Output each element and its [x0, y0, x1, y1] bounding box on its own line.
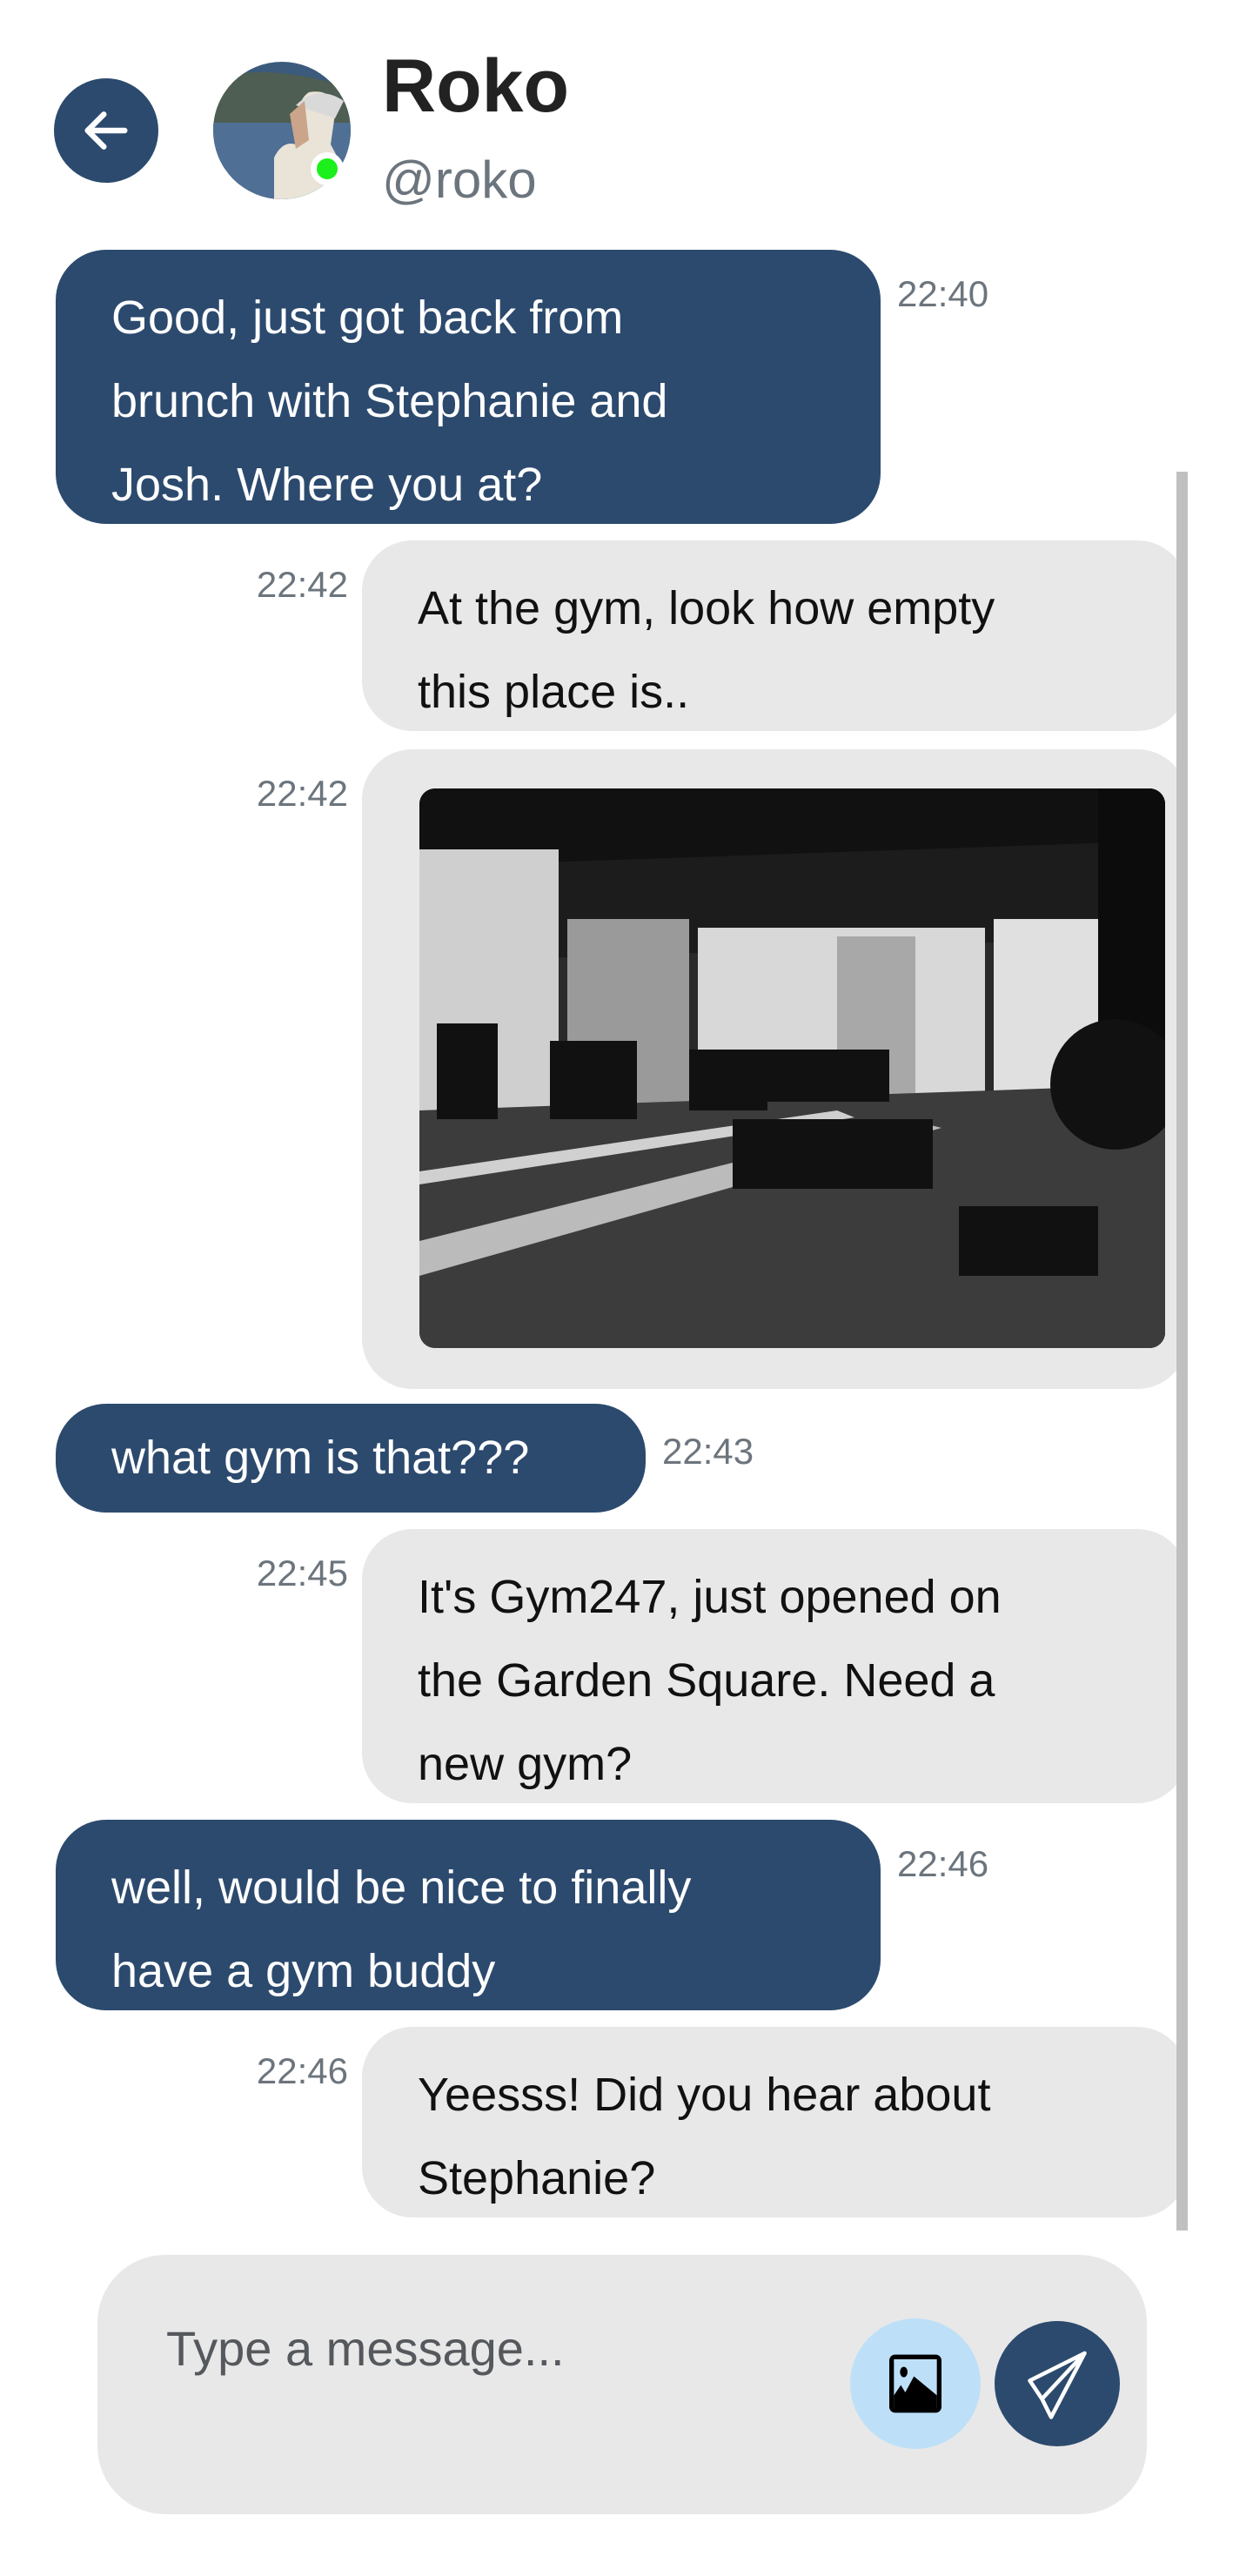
message-time: 22:42: [256, 773, 348, 814]
send-icon: [1028, 2351, 1087, 2419]
message-text: have a gym buddy: [111, 1945, 496, 1997]
message-text: new gym?: [418, 1738, 633, 1790]
scrollbar[interactable]: [1176, 472, 1188, 2231]
contact-name: Roko: [382, 44, 569, 128]
message-bubble-received[interactable]: At the gym, look how empty this place is…: [362, 540, 1188, 731]
attach-image-button[interactable]: [850, 2318, 981, 2449]
message-input-placeholder: Type a message...: [166, 2321, 565, 2376]
message-text: It's Gym247, just opened on: [418, 1571, 1002, 1623]
message-input[interactable]: [97, 2255, 1147, 2514]
message-text: Yeesss! Did you hear about: [418, 2069, 991, 2121]
message-text: brunch with Stephanie and: [111, 375, 668, 427]
message-bubble-received[interactable]: Yeesss! Did you hear about Stephanie?: [362, 2027, 1188, 2217]
message-time: 22:40: [897, 273, 989, 314]
online-status-indicator: [311, 152, 344, 185]
message-text: well, would be nice to finally: [111, 1862, 692, 1914]
message-bubble-sent[interactable]: what gym is that???: [56, 1404, 646, 1513]
message-bubble-image[interactable]: [362, 749, 1188, 1389]
arrow-left-icon: [84, 111, 128, 150]
message-text: Stephanie?: [418, 2152, 656, 2204]
message-time: 22:42: [256, 564, 348, 605]
message-text: Josh. Where you at?: [111, 459, 543, 511]
back-button[interactable]: [54, 78, 158, 183]
send-button[interactable]: [995, 2321, 1120, 2446]
message-time: 22:46: [256, 2050, 348, 2091]
message-time: 22:43: [662, 1431, 754, 1472]
message-text: this place is..: [418, 666, 690, 718]
image-icon: [889, 2354, 941, 2413]
message-bubble-sent[interactable]: well, would be nice to finally have a gy…: [56, 1820, 881, 2010]
message-text: Good, just got back from: [111, 292, 624, 344]
message-bubble-received[interactable]: It's Gym247, just opened on the Garden S…: [362, 1529, 1188, 1803]
message-text: At the gym, look how empty: [418, 582, 995, 634]
message-text: the Garden Square. Need a: [418, 1654, 995, 1707]
message-text: what gym is that???: [111, 1432, 530, 1484]
gym-photo[interactable]: [419, 788, 1165, 1348]
message-time: 22:46: [897, 1843, 989, 1884]
message-time: 22:45: [256, 1553, 348, 1593]
message-bubble-sent[interactable]: Good, just got back from brunch with Ste…: [56, 250, 881, 524]
contact-handle: @roko: [382, 151, 537, 209]
